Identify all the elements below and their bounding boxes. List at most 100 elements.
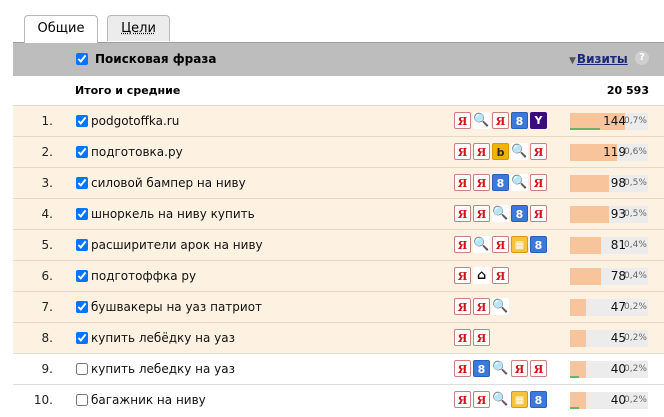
search-phrase: подготовка.ру <box>91 145 183 159</box>
search-phrase: расширители арок на ниву <box>91 238 263 252</box>
row-number: 10. <box>33 393 53 407</box>
search-engine-icons: ЯЯ <box>454 329 490 347</box>
yandex-icon[interactable]: Я <box>473 298 490 315</box>
sort-desc-icon: ▼ <box>569 56 576 66</box>
yandex-icon[interactable]: Я <box>473 205 490 222</box>
row-number: 5. <box>41 238 53 252</box>
search-icon[interactable]: 🔍 <box>492 391 509 408</box>
google-icon[interactable]: 8 <box>530 391 547 408</box>
yandex-icon[interactable]: Я <box>492 236 509 253</box>
visits-percent: 0,4% <box>624 271 647 281</box>
tab-general[interactable]: Общие <box>24 15 98 43</box>
search-engine-icons: Я Я 🔍 <box>454 298 509 316</box>
yandex-icon[interactable]: Я <box>473 143 490 160</box>
search-phrase: багажник на ниву <box>91 393 206 407</box>
search-icon[interactable]: 🔍 <box>473 236 490 253</box>
visits-column-header[interactable]: ▼Визиты <box>569 52 628 66</box>
yandex-icon[interactable]: Я <box>473 391 490 408</box>
table-row: 3. силовой бампер на ниву Я Я 8 🔍 Я 98 0,5% <box>13 167 664 198</box>
visits-count: 40 <box>610 362 626 376</box>
yandex-icon[interactable]: Я <box>454 112 471 129</box>
search-engine-icons: Я ⌂ Я <box>454 267 509 285</box>
yandex-icon[interactable]: Я <box>530 174 547 191</box>
yandex-icon[interactable]: Я <box>530 360 547 377</box>
search-phrase: купить лебёдку на уаз <box>91 331 236 345</box>
yandex-icon[interactable]: Я <box>473 329 490 346</box>
search-phrase: шноркель на ниву купить <box>91 207 255 221</box>
visits-percent: 0,2% <box>624 302 647 312</box>
row-checkbox[interactable] <box>76 146 88 158</box>
row-checkbox[interactable] <box>76 394 88 406</box>
visits-count: 119 <box>603 145 626 159</box>
visits-percent: 0,2% <box>624 395 647 405</box>
row-checkbox[interactable] <box>76 208 88 220</box>
table-row: 8. купить лебёдку на уаз Я Я 45 0,2% <box>13 322 664 353</box>
row-number: 8. <box>41 331 53 345</box>
visits-trend-line <box>570 407 579 409</box>
yandex-icon[interactable]: Я <box>530 205 547 222</box>
search-phrase: силовой бампер на ниву <box>91 176 246 190</box>
google-icon[interactable]: 8 <box>511 112 528 129</box>
bing-icon[interactable]: b <box>492 143 509 160</box>
search-icon[interactable]: 🔍 <box>492 205 509 222</box>
search-phrase: podgotoffka.ru <box>91 114 180 128</box>
google-icon[interactable]: 8 <box>492 174 509 191</box>
search-phrase: купить лебедку на уаз <box>91 362 236 376</box>
yandex-icon[interactable]: Я <box>454 267 471 284</box>
row-number: 1. <box>41 114 53 128</box>
yandex-icon[interactable]: Я <box>454 329 471 346</box>
yandex-icon[interactable]: Я <box>511 360 528 377</box>
help-icon[interactable]: ? <box>635 51 649 65</box>
tab-goals[interactable]: Цели <box>107 15 170 41</box>
row-checkbox[interactable] <box>76 270 88 282</box>
yandex-icon[interactable]: Я <box>454 391 471 408</box>
visits-sort-link[interactable]: Визиты <box>577 52 628 66</box>
yandex-icon[interactable]: Я <box>492 112 509 129</box>
yandex-icon[interactable]: Я <box>454 205 471 222</box>
select-all-checkbox[interactable] <box>76 53 88 65</box>
search-icon[interactable]: 🔍 <box>492 298 509 315</box>
yandex-icon[interactable]: Я <box>530 143 547 160</box>
row-checkbox[interactable] <box>76 332 88 344</box>
search-icon[interactable]: 🔍 <box>511 143 528 160</box>
row-checkbox[interactable] <box>76 177 88 189</box>
yandex-icon[interactable]: Я <box>454 236 471 253</box>
visits-percent: 0,4% <box>624 240 647 250</box>
row-number: 6. <box>41 269 53 283</box>
yandex-icon[interactable]: Я <box>454 174 471 191</box>
yandex-icon[interactable]: Я <box>454 360 471 377</box>
table-header: Поисковая фраза ▼Визиты ? <box>13 42 664 76</box>
directory-icon[interactable]: ▦ <box>511 391 528 408</box>
visits-trend-line <box>570 128 600 130</box>
google-icon[interactable]: 8 <box>473 360 490 377</box>
row-number: 4. <box>41 207 53 221</box>
search-icon[interactable]: 🔍 <box>492 360 509 377</box>
row-checkbox[interactable] <box>76 239 88 251</box>
yandex-icon[interactable]: Я <box>492 267 509 284</box>
visits-count: 47 <box>610 300 626 314</box>
table-row: 10. багажник на ниву Я Я 🔍 ▦ 8 40 0,2% <box>13 384 664 415</box>
google-icon[interactable]: 8 <box>530 236 547 253</box>
yandex-icon[interactable]: Я <box>473 174 490 191</box>
table-row: 4. шноркель на ниву купить Я Я 🔍 8 Я 93 0,5% <box>13 198 664 229</box>
table-row: 9. купить лебедку на уаз Я 8 🔍 Я Я 40 0,2% <box>13 353 664 384</box>
yandex-icon[interactable]: Я <box>454 298 471 315</box>
table-row: 6. подготоффка ру Я ⌂ Я 78 0,4% <box>13 260 664 291</box>
row-checkbox[interactable] <box>76 115 88 127</box>
search-icon[interactable]: 🔍 <box>473 112 490 129</box>
row-checkbox[interactable] <box>76 363 88 375</box>
visits-percent: 0,5% <box>624 209 647 219</box>
google-icon[interactable]: 8 <box>511 205 528 222</box>
yandex-icon[interactable]: Я <box>454 143 471 160</box>
search-engine-icons: Я Яb 🔍 Я <box>454 143 547 161</box>
search-icon[interactable]: 🔍 <box>511 174 528 191</box>
row-checkbox[interactable] <box>76 301 88 313</box>
visits-count: 98 <box>610 176 626 190</box>
visits-percent: 0,5% <box>624 178 647 188</box>
home-icon[interactable]: ⌂ <box>473 267 490 284</box>
directory-icon[interactable]: ▦ <box>511 236 528 253</box>
yahoo-icon[interactable]: Y <box>530 112 547 129</box>
row-number: 7. <box>41 300 53 314</box>
search-engine-icons: Я 8 🔍 Я Я <box>454 360 547 378</box>
visits-percent: 0,7% <box>624 116 647 126</box>
